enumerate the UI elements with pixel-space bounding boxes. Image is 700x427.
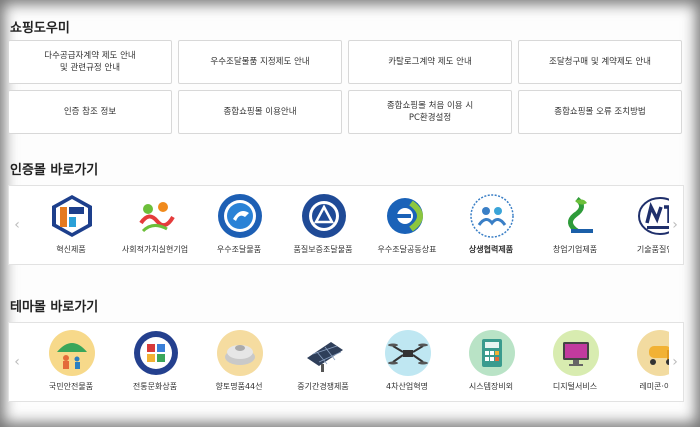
theme-item-4th-industry[interactable]: 4차산업혁명 <box>365 323 449 401</box>
screen-frame: 쇼핑도우미 다수공급자계약 제도 안내 및 관련규정 안내 우수조달물품 지정제… <box>0 0 700 427</box>
theme-item-safety[interactable]: 국민안전물품 <box>29 323 113 401</box>
cert-item-social-value[interactable]: 사회적가치실현기업 <box>113 186 197 264</box>
cert-item-label: 우수조달공동상표 <box>377 245 437 254</box>
innovation-product-icon <box>52 195 92 237</box>
cert-item-cooperation[interactable]: 상생협력제품 <box>449 186 533 264</box>
cert-item-tech-quality[interactable]: 기술품질인증 <box>617 186 669 264</box>
theme-item-label: 국민안전물품 <box>48 382 94 391</box>
monitor-icon <box>553 330 599 376</box>
quality-assurance-icon <box>302 194 346 238</box>
concrete-truck-icon <box>637 330 669 376</box>
cert-mall-carousel: ‹ 혁신제품 사회적가치실현기업 우수조달물품 품질보증조달물품 우수조달공동상… <box>8 185 684 265</box>
guide-button-catalog[interactable]: 카탈로그계약 제도 안내 <box>348 40 512 84</box>
startup-icon <box>568 197 593 234</box>
calculator-icon <box>469 330 515 376</box>
theme-item-label: 중기간경쟁제품 <box>297 382 349 391</box>
theme-item-digital[interactable]: 디지털서비스 <box>533 323 617 401</box>
theme-mall-carousel: ‹ 국민안전물품 전통문화상품 향토명품44선 중기간경쟁제품 4차산업혁명 시… <box>8 322 684 402</box>
local-specialty-icon <box>217 330 263 376</box>
guide-button-usage[interactable]: 종합쇼핑몰 이용안내 <box>178 90 342 134</box>
cert-item-quality[interactable]: 품질보증조달물품 <box>281 186 365 264</box>
theme-item-label: 전통문화상품 <box>132 382 178 391</box>
theme-item-local[interactable]: 향토명품44선 <box>197 323 281 401</box>
guide-button-cert-info[interactable]: 인증 참조 정보 <box>8 90 172 134</box>
chevron-left-icon[interactable]: ‹ <box>9 186 25 264</box>
tech-quality-icon <box>638 197 669 235</box>
cert-item-label: 기술품질인증 <box>636 245 669 254</box>
excellent-procurement-icon <box>218 194 262 238</box>
guide-button-error-fix[interactable]: 종합쇼핑몰 오류 조치방법 <box>518 90 682 134</box>
shopping-guide-grid: 다수공급자계약 제도 안내 및 관련규정 안내 우수조달물품 지정제도 안내 카… <box>8 40 684 134</box>
theme-item-label: 레미콘·아스 <box>639 382 669 391</box>
cert-mall-title: 인증몰 바로가기 <box>10 163 99 178</box>
theme-item-label: 디지털서비스 <box>552 382 598 391</box>
guide-button-excellent[interactable]: 우수조달물품 지정제도 안내 <box>178 40 342 84</box>
chevron-left-icon[interactable]: ‹ <box>9 323 25 401</box>
theme-mall-title: 테마몰 바로가기 <box>10 300 99 315</box>
guide-button-contract[interactable]: 조달청구매 및 계약제도 안내 <box>518 40 682 84</box>
guide-button-mas[interactable]: 다수공급자계약 제도 안내 및 관련규정 안내 <box>8 40 172 84</box>
shopping-guide-title: 쇼핑도우미 <box>10 21 70 36</box>
cert-item-label: 사회적가치실현기업 <box>121 245 189 254</box>
theme-item-label: 향토명품44선 <box>215 382 263 391</box>
chevron-right-icon[interactable]: › <box>667 323 683 401</box>
traditional-culture-icon <box>134 331 178 375</box>
joint-brand-icon <box>387 198 423 234</box>
cert-item-label: 품질보증조달물품 <box>293 245 353 254</box>
cert-item-label: 창업기업제품 <box>552 245 598 254</box>
theme-item-sme[interactable]: 중기간경쟁제품 <box>281 323 365 401</box>
cert-item-startup[interactable]: 창업기업제품 <box>533 186 617 264</box>
cert-item-label: 상생협력제품 <box>468 245 514 254</box>
theme-item-label: 시스템장비외 <box>468 382 514 391</box>
drone-icon <box>385 330 431 376</box>
social-value-icon <box>139 202 175 233</box>
theme-item-label: 4차산업혁명 <box>386 382 428 391</box>
theme-item-system[interactable]: 시스템장비외 <box>449 323 533 401</box>
umbrella-family-icon <box>49 330 95 376</box>
chevron-right-icon[interactable]: › <box>667 186 683 264</box>
cert-item-innovation[interactable]: 혁신제품 <box>29 186 113 264</box>
cert-item-excellent[interactable]: 우수조달물품 <box>197 186 281 264</box>
theme-item-remicon[interactable]: 레미콘·아스 <box>617 323 669 401</box>
theme-item-traditional[interactable]: 전통문화상품 <box>113 323 197 401</box>
cert-item-joint-brand[interactable]: 우수조달공동상표 <box>365 186 449 264</box>
cooperation-product-icon <box>470 194 514 238</box>
cert-item-label: 혁신제품 <box>56 245 86 254</box>
cert-item-label: 우수조달물품 <box>216 245 262 254</box>
solar-panel-icon <box>307 342 343 372</box>
guide-button-pc-setup[interactable]: 종합쇼핑몰 처음 이용 시 PC환경설정 <box>348 90 512 134</box>
